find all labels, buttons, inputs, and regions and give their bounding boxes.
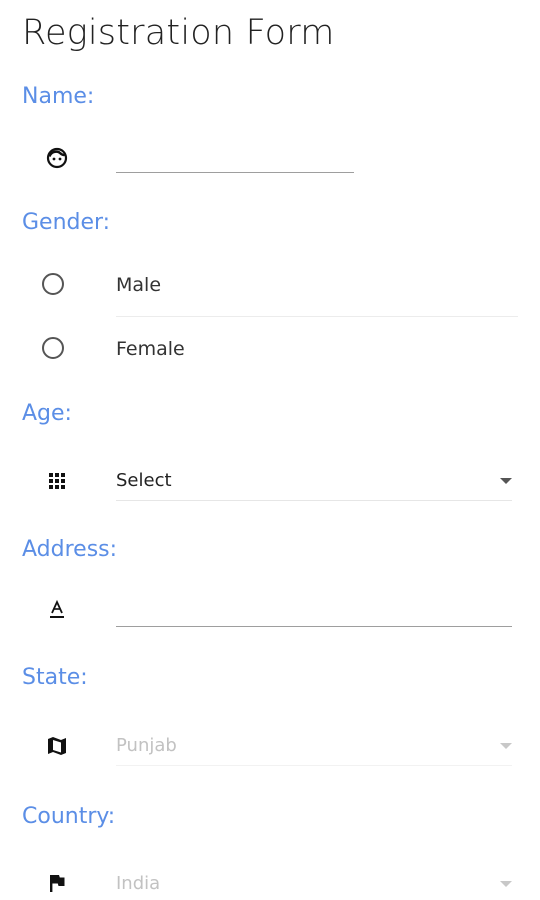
state-label: State:	[22, 665, 88, 690]
male-radio-button[interactable]	[42, 273, 64, 295]
state-select: Punjab	[116, 730, 512, 766]
map-icon	[45, 734, 69, 758]
dialpad-icon	[45, 469, 69, 493]
text-format-icon	[45, 598, 69, 622]
chevron-down-icon	[500, 478, 512, 484]
age-select-value: Select	[116, 470, 172, 491]
age-label: Age:	[22, 401, 72, 426]
name-label: Name:	[22, 84, 95, 109]
country-select: India	[116, 868, 512, 900]
country-select-value: India	[116, 873, 161, 894]
male-radio-label[interactable]: Male	[116, 273, 161, 297]
female-radio-button[interactable]	[42, 337, 64, 359]
name-input[interactable]	[116, 138, 354, 173]
gender-option-female[interactable]: Female	[0, 330, 540, 370]
registration-form-page: Registration Form Name: Gender: Male Fem…	[0, 0, 540, 900]
chevron-down-icon	[500, 743, 512, 749]
age-select[interactable]: Select	[116, 465, 512, 501]
address-input[interactable]	[116, 592, 512, 627]
gender-label: Gender:	[22, 210, 111, 235]
state-select-value: Punjab	[116, 735, 177, 756]
page-title: Registration Form	[22, 13, 335, 53]
country-label: Country:	[22, 804, 116, 829]
chevron-down-icon	[500, 881, 512, 887]
gender-option-male[interactable]: Male	[0, 266, 540, 306]
flag-icon	[45, 871, 69, 895]
face-icon	[45, 146, 69, 170]
address-label: Address:	[22, 537, 118, 562]
female-radio-label[interactable]: Female	[116, 337, 185, 361]
gender-divider	[116, 316, 518, 317]
